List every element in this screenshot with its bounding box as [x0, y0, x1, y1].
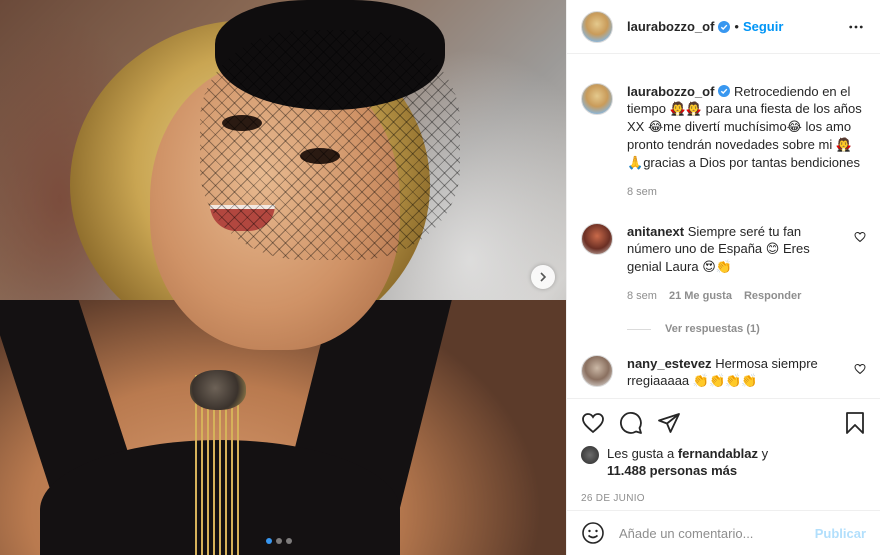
- likes-mid: y: [761, 446, 769, 461]
- post-actions: Les gusta a fernandablaz y 11.488 person…: [567, 398, 880, 504]
- comment-body: nany_estevez Hermosa siempre rregiaaaaa …: [627, 355, 844, 390]
- comment-avatar[interactable]: [581, 355, 613, 387]
- post-container: laurabozzo_of • Seguir laurabozzo_of Ret…: [0, 0, 880, 555]
- post-side-panel: laurabozzo_of • Seguir laurabozzo_of Ret…: [566, 0, 880, 555]
- comment-reply-button[interactable]: Responder: [744, 288, 801, 305]
- caption-emoji-1: 🧛🧛: [669, 102, 703, 117]
- caption-username[interactable]: laurabozzo_of: [627, 84, 714, 99]
- author-info: laurabozzo_of • Seguir: [627, 19, 783, 34]
- comment-icon[interactable]: [619, 411, 643, 435]
- comment-input[interactable]: [619, 525, 815, 541]
- caption-meta: 8 sem: [627, 184, 866, 201]
- likes-prefix: Les gusta a: [607, 446, 675, 461]
- liker-avatar[interactable]: [581, 446, 599, 464]
- comment-avatar[interactable]: [581, 223, 613, 255]
- comment-emoji-1: 😊: [765, 242, 780, 257]
- carousel-dot: [286, 538, 292, 544]
- author-avatar[interactable]: [581, 10, 613, 43]
- caption-time[interactable]: 8 sem: [627, 184, 657, 201]
- comment-item: nany_estevez Hermosa siempre rregiaaaaa …: [581, 355, 866, 390]
- photo-veil: [200, 30, 460, 260]
- comment-emoji-2: 😍👏: [702, 260, 732, 275]
- view-replies-button[interactable]: Ver respuestas (1): [627, 323, 866, 335]
- likes-summary: Les gusta a fernandablaz y 11.488 person…: [581, 445, 866, 479]
- chevron-right-icon: [540, 272, 547, 282]
- caption-entry: laurabozzo_of Retrocediendo en el tiempo…: [581, 83, 866, 201]
- follow-button[interactable]: Seguir: [743, 19, 783, 34]
- more-options-button[interactable]: [846, 17, 866, 37]
- view-replies-label: Ver respuestas (1): [665, 323, 760, 335]
- comment-username[interactable]: anitanext: [627, 224, 684, 239]
- heart-icon[interactable]: [854, 363, 866, 375]
- verified-icon: [718, 85, 731, 97]
- carousel-indicator: [266, 538, 292, 544]
- separator-dot: •: [734, 19, 739, 34]
- caption-text-5: gracias a Dios por tantas bendiciones: [643, 155, 860, 170]
- comment-username[interactable]: nany_estevez: [627, 356, 712, 371]
- caption-text-3: me divertí muchísimo: [663, 119, 787, 134]
- likes-text: Les gusta a fernandablaz y 11.488 person…: [607, 445, 768, 479]
- post-date[interactable]: 26 DE JUNIO: [581, 493, 866, 504]
- caption-body: laurabozzo_of Retrocediendo en el tiempo…: [627, 83, 866, 201]
- carousel-dot: [276, 538, 282, 544]
- carousel-next-button[interactable]: [531, 265, 555, 289]
- photo-pendant: [190, 370, 246, 410]
- comment-item: anitanext Siempre seré tu fan número uno…: [581, 223, 866, 305]
- caption-emoji-2: 😂: [647, 120, 664, 135]
- more-icon: [849, 25, 863, 28]
- comment-meta: 8 sem 21 Me gusta Responder: [627, 288, 844, 305]
- add-comment-bar: Publicar: [567, 510, 880, 555]
- caption-emoji-3: 😂: [786, 120, 802, 135]
- heart-icon[interactable]: [854, 231, 866, 243]
- comment-body: anitanext Siempre seré tu fan número uno…: [627, 223, 844, 305]
- comment-emoji: 👏👏👏👏: [692, 374, 758, 389]
- share-icon[interactable]: [657, 411, 681, 435]
- liker-username[interactable]: fernandablaz: [678, 446, 758, 461]
- likes-count[interactable]: 11.488 personas más: [607, 463, 737, 478]
- comment-likes[interactable]: 21 Me gusta: [669, 288, 732, 305]
- comments-list[interactable]: laurabozzo_of Retrocediendo en el tiempo…: [567, 55, 880, 398]
- action-icons: [581, 409, 866, 437]
- bookmark-icon[interactable]: [844, 411, 866, 435]
- post-header: laurabozzo_of • Seguir: [567, 0, 880, 54]
- caption-avatar[interactable]: [581, 83, 613, 115]
- carousel-dot: [266, 538, 272, 544]
- heart-icon[interactable]: [581, 411, 605, 435]
- publish-button[interactable]: Publicar: [815, 526, 866, 541]
- emoji-icon[interactable]: [581, 521, 605, 545]
- author-username[interactable]: laurabozzo_of: [627, 19, 714, 34]
- replies-divider: [627, 328, 651, 330]
- verified-icon: [718, 20, 731, 33]
- comment-time[interactable]: 8 sem: [627, 288, 657, 305]
- post-photo[interactable]: [0, 0, 566, 555]
